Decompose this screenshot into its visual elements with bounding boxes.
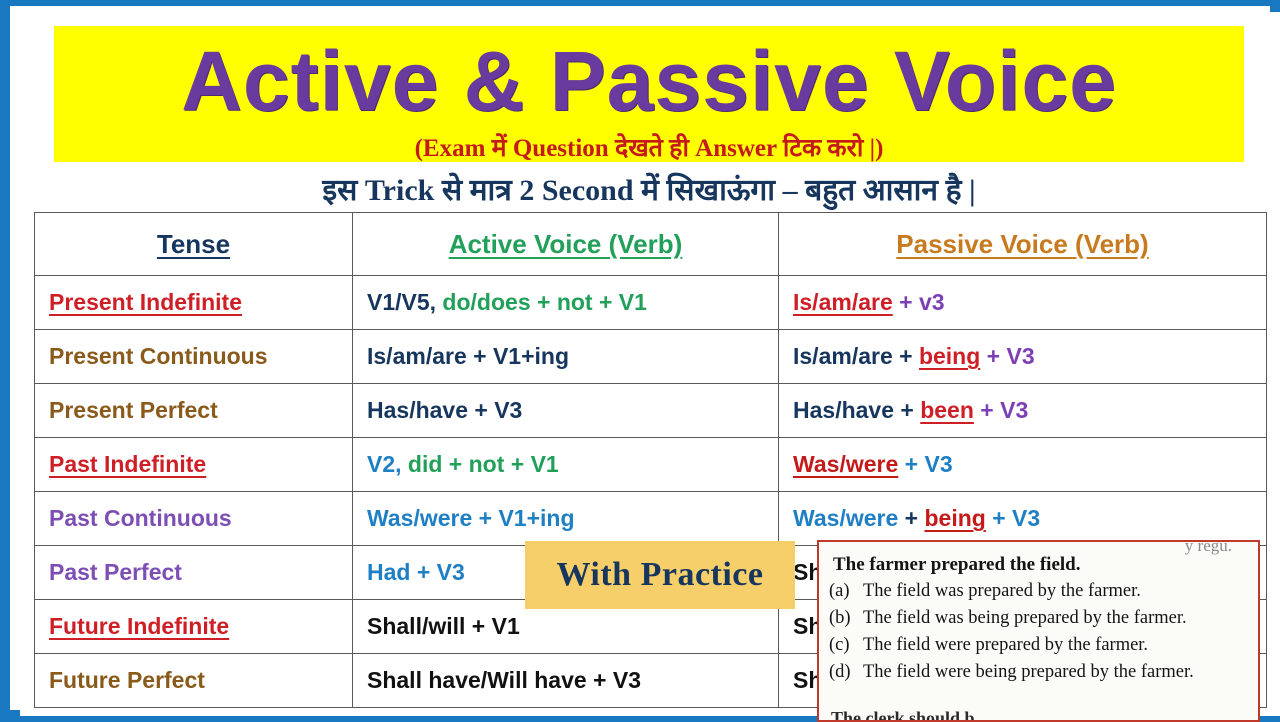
active-voice-cell: Is/am/are + V1+ing <box>352 329 779 384</box>
question-option: (a) The field was prepared by the farmer. <box>829 578 1252 605</box>
column-header-2: Passive Voice (Verb) <box>778 212 1267 276</box>
verb-part: been <box>920 397 974 423</box>
passive-voice-cell: Is/am/are + v3 <box>778 275 1267 330</box>
tense-label: Future Indefinite <box>49 613 230 639</box>
tense-label: Present Continuous <box>49 343 268 369</box>
verb-part: Shall have/Will have + V3 <box>367 667 642 693</box>
verb-part: Is/am/are <box>793 289 893 315</box>
question-option: (b) The field was being prepared by the f… <box>829 605 1252 632</box>
active-voice-cell: Was/were + V1+ing <box>352 491 779 546</box>
question-option-label: (a) <box>829 581 850 601</box>
table-row: Present Perfect Has/have + V3 Has/have + b… <box>34 383 1267 438</box>
verb-part: do/does + not + V1 <box>436 289 647 315</box>
passive-voice-cell: Has/have + been + V3 <box>778 383 1267 438</box>
question-options: (a) The field was prepared by the farmer.… <box>829 578 1252 686</box>
tense-label: Past Continuous <box>49 505 232 531</box>
question-option-text: The field was prepared by the farmer. <box>863 581 1141 601</box>
verb-part: Is/am/are + V1+ing <box>367 343 570 369</box>
verb-part: being <box>918 343 981 369</box>
header-hindi-tagline: इस Trick से मात्र 2 Second में सिखाऊंगा … <box>322 174 976 207</box>
page-title: Active & Passive Voice <box>181 34 1117 128</box>
table-row: Present Indefinite V1/V5, do/does + not +… <box>34 275 1267 330</box>
question-option: (c) The field were prepared by the farmer… <box>829 632 1252 659</box>
column-header-label: Passive Voice (Verb) <box>896 228 1149 259</box>
tense-cell: Present Indefinite <box>34 275 353 330</box>
verb-part: + v3 <box>892 289 945 315</box>
poster-frame: Active & Passive Voice (Exam में Questio… <box>0 0 1280 722</box>
tense-label: Past Perfect <box>49 559 182 585</box>
active-voice-cell: Shall have/Will have + V3 <box>352 653 779 708</box>
verb-part: Has/have + <box>793 397 921 423</box>
question-option-label: (c) <box>829 635 850 655</box>
verb-part: Is/am/are + <box>793 343 919 369</box>
tense-label: Present Perfect <box>49 397 218 423</box>
table-row: Past Indefinite V2, did + not + V1 Was/wer… <box>34 437 1267 492</box>
tense-label: Past Indefinite <box>49 451 207 477</box>
question-option-label: (d) <box>829 662 851 682</box>
tense-cell: Past Continuous <box>34 491 353 546</box>
verb-part: V1/V5, <box>367 289 437 315</box>
column-header-0: Tense <box>34 212 353 276</box>
passive-voice-cell: Is/am/are + being + V3 <box>778 329 1267 384</box>
tense-cell: Past Indefinite <box>34 437 353 492</box>
active-voice-cell: V1/V5, do/does + not + V1 <box>352 275 779 330</box>
with-practice-badge: With Practice <box>525 541 795 609</box>
verb-part: Has/have + V3 <box>367 397 523 423</box>
tense-cell: Future Perfect <box>34 653 353 708</box>
verb-part: + V3 <box>898 451 953 477</box>
verb-part: + V3 <box>985 505 1041 531</box>
verb-part: Was/were <box>793 451 899 477</box>
tense-label: Present Indefinite <box>49 289 242 315</box>
question-ghost-top-text: y regu. <box>1184 540 1232 555</box>
passive-voice-cell: Was/were + V3 <box>778 437 1267 492</box>
table-row: Present Continuous Is/am/are + V1+ing Is/a… <box>34 329 1267 384</box>
column-header-1: Active Voice (Verb) <box>352 212 779 276</box>
question-option-label: (b) <box>829 608 851 628</box>
practice-question-box: y regu. The farmer prepared the field. (… <box>817 540 1260 722</box>
question-option-text: The field was being prepared by the farm… <box>863 608 1187 628</box>
verb-part: Was/were + V1+ing <box>367 505 575 531</box>
tense-label: Future Perfect <box>49 667 205 693</box>
table-row: Past Continuous Was/were + V1+ing Was/were… <box>34 491 1267 546</box>
verb-part: + V3 <box>980 343 1035 369</box>
column-header-label: Active Voice (Verb) <box>448 228 683 259</box>
passive-voice-cell: Was/were + being + V3 <box>778 491 1267 546</box>
tense-cell: Past Perfect <box>34 545 353 600</box>
tense-cell: Future Indefinite <box>34 599 353 654</box>
tense-cell: Present Perfect <box>34 383 353 438</box>
active-voice-cell: V2, did + not + V1 <box>352 437 779 492</box>
verb-part: V2, <box>367 451 402 477</box>
verb-part: Shall/will + V1 <box>367 613 520 639</box>
column-header-label: Tense <box>156 228 231 259</box>
tense-cell: Present Continuous <box>34 329 353 384</box>
verb-part: Had + V3 <box>367 559 465 585</box>
verb-part: + V3 <box>973 397 1029 423</box>
question-option-text: The field were being prepared by the far… <box>863 662 1194 682</box>
table-header-row: Tense Active Voice (Verb) Passive Voice (V… <box>34 212 1267 276</box>
verb-part: being <box>924 505 986 531</box>
question-stem: The farmer prepared the field. <box>833 554 1081 575</box>
verb-part: did + not + V1 <box>401 451 559 477</box>
question-option: (d) The field were being prepared by the … <box>829 659 1252 686</box>
question-option-text: The field were prepared by the farmer. <box>863 635 1149 655</box>
verb-part: + <box>898 505 925 531</box>
header-band: Active & Passive Voice (Exam में Questio… <box>54 26 1244 162</box>
active-voice-cell: Has/have + V3 <box>352 383 779 438</box>
header-subtitle: (Exam में Question देखते ही Answer टिक क… <box>414 135 884 162</box>
verb-part: Was/were <box>793 505 899 531</box>
poster-sheet: Active & Passive Voice (Exam में Questio… <box>20 12 1280 722</box>
